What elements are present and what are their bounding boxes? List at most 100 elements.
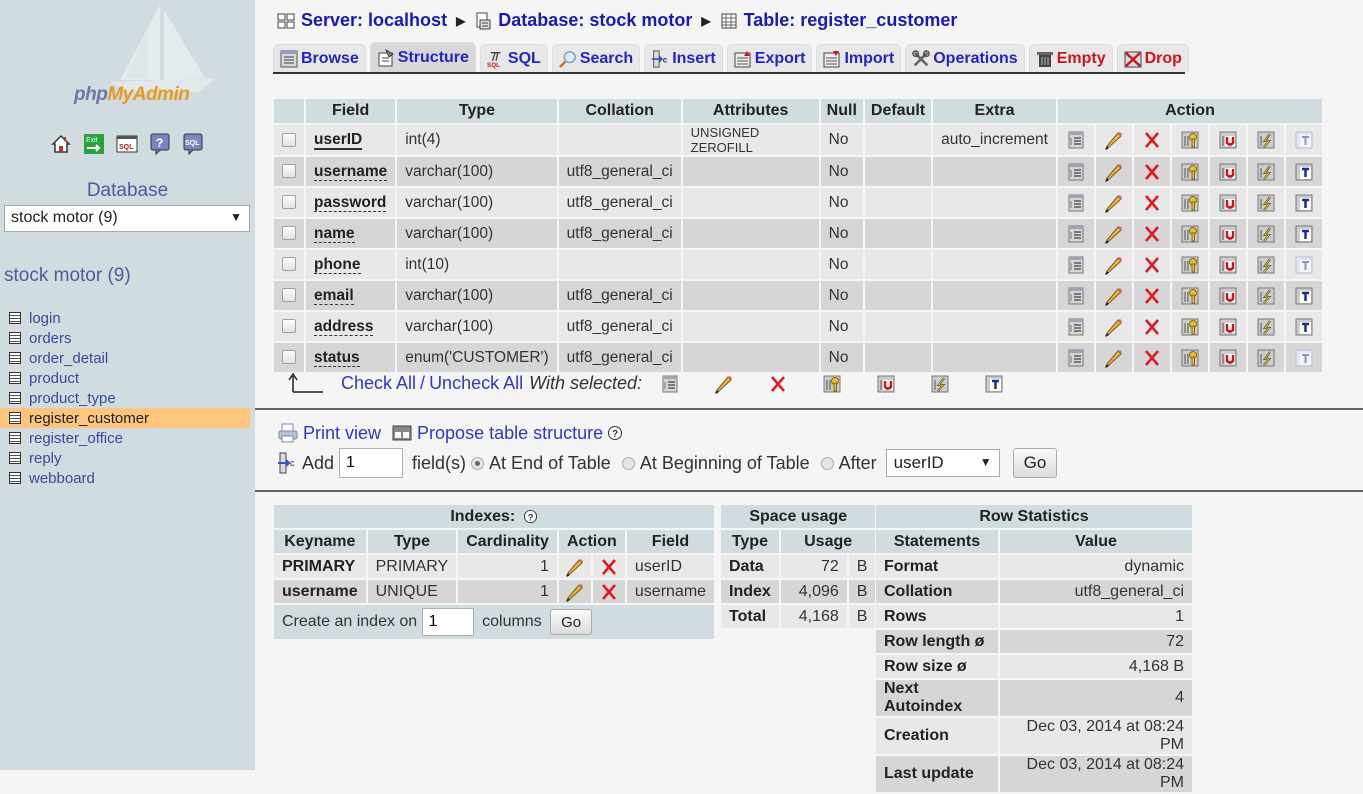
edit-icon[interactable] — [714, 374, 734, 394]
tab-browse[interactable]: Browse — [273, 44, 366, 72]
row-checkbox[interactable] — [282, 195, 296, 210]
tab-structure[interactable]: Structure — [369, 42, 476, 72]
index-drop-button[interactable] — [592, 555, 625, 578]
browse-distinct-button[interactable] — [1057, 312, 1094, 341]
fulltext-button[interactable] — [1285, 157, 1322, 186]
fulltext-button[interactable] — [1285, 281, 1322, 310]
unique-button[interactable] — [1209, 281, 1246, 310]
index-drop-button[interactable] — [592, 580, 625, 603]
tab-import[interactable]: Import — [816, 44, 902, 72]
home-icon[interactable] — [50, 133, 72, 155]
fulltext-icon[interactable] — [984, 374, 1004, 394]
fulltext-button[interactable] — [1285, 188, 1322, 217]
drop-button[interactable] — [1133, 157, 1170, 186]
index-button[interactable] — [1247, 157, 1284, 186]
index-icon[interactable] — [930, 374, 950, 394]
index-edit-button[interactable] — [558, 580, 591, 603]
browse-distinct-button[interactable] — [1057, 250, 1094, 279]
drop-button[interactable] — [1133, 343, 1170, 372]
uncheck-all-link[interactable]: Uncheck All — [429, 373, 523, 394]
database-select[interactable]: stock motor (9) ▼ — [4, 205, 250, 232]
browse-distinct-icon[interactable] — [660, 374, 680, 394]
primary-button[interactable] — [1171, 343, 1208, 372]
sidebar-table-orders[interactable]: orders — [0, 328, 255, 348]
index-button[interactable] — [1247, 219, 1284, 248]
unique-button[interactable] — [1209, 157, 1246, 186]
primary-button[interactable] — [1171, 250, 1208, 279]
tab-empty[interactable]: Empty — [1028, 44, 1113, 72]
drop-button[interactable] — [1133, 281, 1170, 310]
fulltext-button[interactable] — [1285, 312, 1322, 341]
check-all-link[interactable]: Check All — [341, 373, 416, 394]
index-button[interactable] — [1247, 312, 1284, 341]
unique-button[interactable] — [1209, 125, 1246, 155]
change-button[interactable] — [1095, 343, 1132, 372]
index-button[interactable] — [1247, 188, 1284, 217]
create-index-count-input[interactable] — [421, 608, 474, 636]
primary-button[interactable] — [1171, 188, 1208, 217]
change-button[interactable] — [1095, 188, 1132, 217]
unique-button[interactable] — [1209, 312, 1246, 341]
unique-button[interactable] — [1209, 250, 1246, 279]
row-checkbox[interactable] — [282, 350, 296, 365]
unique-icon[interactable] — [876, 374, 896, 394]
print-view-link[interactable]: Print view — [303, 423, 381, 444]
tab-insert[interactable]: c Insert — [644, 44, 723, 72]
primary-button[interactable] — [1171, 157, 1208, 186]
drop-button[interactable] — [1133, 125, 1170, 155]
index-button[interactable] — [1247, 125, 1284, 155]
change-button[interactable] — [1095, 250, 1132, 279]
primary-button[interactable] — [1171, 125, 1208, 155]
primary-key-icon[interactable] — [822, 374, 842, 394]
unique-button[interactable] — [1209, 219, 1246, 248]
fulltext-button[interactable] — [1285, 250, 1322, 279]
change-button[interactable] — [1095, 125, 1132, 155]
help-icon[interactable]: ? — [607, 425, 623, 441]
help-icon[interactable]: ? — [523, 509, 538, 524]
breadcrumb-server[interactable]: Server: localhost — [301, 10, 447, 31]
index-button[interactable] — [1247, 281, 1284, 310]
at-end-radio[interactable] — [471, 456, 485, 470]
primary-button[interactable] — [1171, 281, 1208, 310]
index-button[interactable] — [1247, 250, 1284, 279]
phpmyadmin-logo[interactable]: phpMyAdmin — [30, 0, 230, 120]
sidebar-table-login[interactable]: login — [0, 308, 255, 328]
drop-button[interactable] — [1133, 250, 1170, 279]
breadcrumb-database[interactable]: Database: stock motor — [498, 10, 692, 31]
sidebar-table-product[interactable]: product — [0, 368, 255, 388]
sidebar-table-webboard[interactable]: webboard — [0, 468, 255, 488]
browse-distinct-button[interactable] — [1057, 125, 1094, 155]
after-column-select[interactable]: userID ▼ — [885, 449, 1000, 477]
change-button[interactable] — [1095, 157, 1132, 186]
row-checkbox[interactable] — [282, 257, 296, 272]
change-button[interactable] — [1095, 312, 1132, 341]
row-checkbox[interactable] — [282, 319, 296, 334]
help-icon[interactable]: ? — [149, 133, 171, 155]
drop-button[interactable] — [1133, 188, 1170, 217]
sidebar-table-reply[interactable]: reply — [0, 448, 255, 468]
tab-sql[interactable]: SQL SQL — [479, 44, 548, 72]
sidebar-table-product-type[interactable]: product_type — [0, 388, 255, 408]
row-checkbox[interactable] — [282, 132, 296, 147]
primary-button[interactable] — [1171, 312, 1208, 341]
row-checkbox[interactable] — [282, 288, 296, 303]
browse-distinct-button[interactable] — [1057, 157, 1094, 186]
sql-docs-icon[interactable]: SQL — [182, 133, 204, 155]
browse-distinct-button[interactable] — [1057, 343, 1094, 372]
change-button[interactable] — [1095, 281, 1132, 310]
browse-distinct-button[interactable] — [1057, 188, 1094, 217]
browse-distinct-button[interactable] — [1057, 281, 1094, 310]
row-checkbox[interactable] — [282, 164, 296, 179]
breadcrumb-table[interactable]: Table: register_customer — [744, 10, 958, 31]
row-checkbox[interactable] — [282, 226, 296, 241]
unique-button[interactable] — [1209, 343, 1246, 372]
after-radio[interactable] — [820, 456, 834, 470]
primary-button[interactable] — [1171, 219, 1208, 248]
drop-button[interactable] — [1133, 219, 1170, 248]
tab-export[interactable]: Export — [726, 44, 813, 72]
sql-query-icon[interactable]: SQL — [116, 133, 138, 155]
propose-structure-link[interactable]: Propose table structure — [417, 423, 603, 444]
at-beginning-radio[interactable] — [621, 456, 635, 470]
delete-icon[interactable] — [768, 374, 788, 394]
fulltext-button[interactable] — [1285, 219, 1322, 248]
